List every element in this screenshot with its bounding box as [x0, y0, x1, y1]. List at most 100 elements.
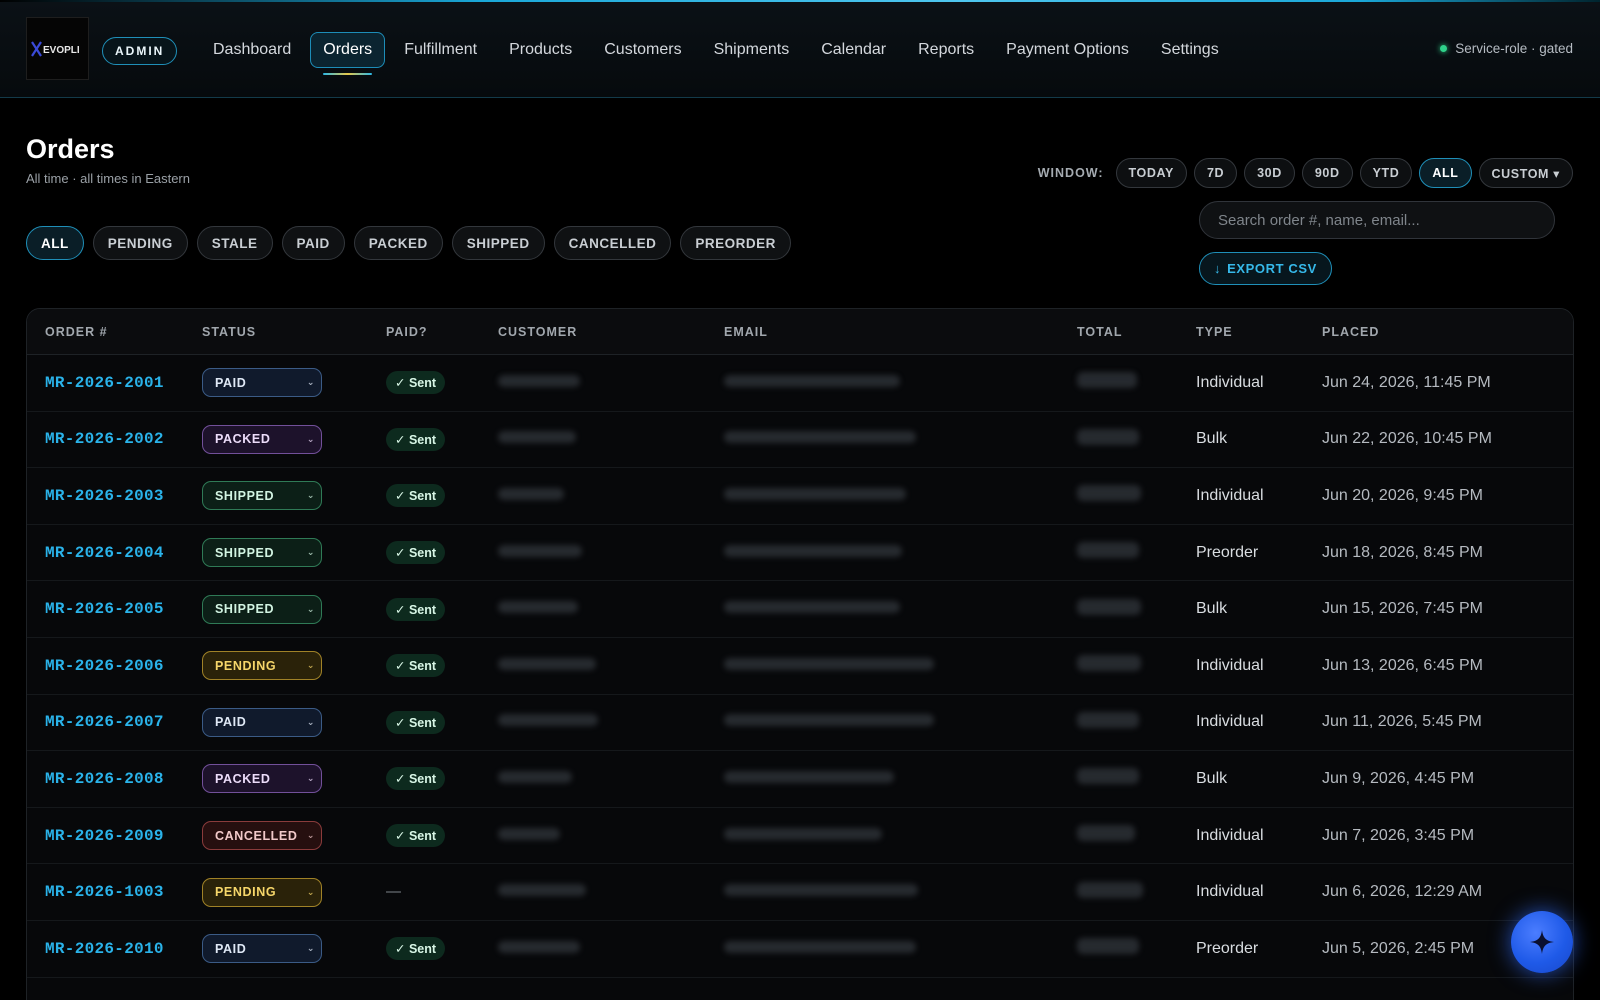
table-row[interactable]: MR-2026-2005 SHIPPED ⌄ ✓ Sent Bulk Jun 15, 20…	[27, 581, 1573, 638]
paid-cell: ✓ Sent	[386, 484, 498, 508]
table-row[interactable]: MR-2026-2002 PACKED ⌄ ✓ Sent Bulk Jun 22, 202…	[27, 412, 1573, 469]
filter-chip-paid[interactable]: PAID	[281, 226, 345, 260]
table-row[interactable]: MR-2026-2003 SHIPPED ⌄ ✓ Sent Individual Jun …	[27, 468, 1573, 525]
nav-item-products[interactable]: Products	[496, 32, 585, 68]
status-dropdown[interactable]: PACKED ⌄	[202, 424, 322, 454]
nav-item-calendar[interactable]: Calendar	[808, 32, 899, 68]
order-number-link[interactable]: MR-2026-2008	[45, 770, 164, 788]
order-number-link[interactable]: MR-2026-1003	[45, 883, 164, 901]
type-cell: Individual	[1196, 486, 1264, 504]
status-value: PACKED	[215, 432, 271, 447]
column-header-paid[interactable]: PAID?	[386, 325, 498, 339]
table-row[interactable]: MR-2026-2001 PAID ⌄ ✓ Sent Individual Jun 24,…	[27, 355, 1573, 412]
order-number-link[interactable]: MR-2026-2001	[45, 374, 164, 392]
order-number-link[interactable]: MR-2026-2010	[45, 940, 164, 958]
window-option-30d[interactable]: 30D	[1244, 158, 1295, 188]
table-row[interactable]: MR-2026-2007 PAID ⌄ ✓ Sent Individual Jun 11,…	[27, 695, 1573, 752]
filter-chip-preorder[interactable]: PREORDER	[680, 226, 791, 260]
nav-item-shipments[interactable]: Shipments	[701, 32, 803, 68]
column-header-order[interactable]: ORDER #	[27, 325, 202, 339]
status-value: SHIPPED	[215, 545, 275, 560]
total-redacted	[1077, 711, 1139, 728]
window-option-7d[interactable]: 7D	[1193, 158, 1238, 188]
table-row[interactable]: MR-2026-2004 SHIPPED ⌄ ✓ Sent Preorder Jun 18…	[27, 525, 1573, 582]
filter-chip-all[interactable]: ALL	[26, 226, 84, 260]
order-cell: MR-2026-1003	[27, 883, 202, 901]
status-dropdown[interactable]: PAID ⌄	[202, 707, 322, 737]
chevron-down-icon: ⌄	[306, 433, 315, 444]
table-row[interactable]: MR-2026-2009 CANCELLED ⌄ ✓ Sent Individual Ju…	[27, 808, 1573, 865]
email-redacted	[724, 827, 882, 840]
status-dropdown[interactable]: PAID ⌄	[202, 368, 322, 398]
paid-cell: ✓ Sent	[386, 427, 498, 451]
status-cell: PENDING ⌄	[202, 877, 386, 907]
column-header-status[interactable]: STATUS	[202, 325, 386, 339]
window-option-today[interactable]: TODAY	[1115, 158, 1187, 188]
order-number-link[interactable]: MR-2026-2005	[45, 600, 164, 618]
window-option-all[interactable]: ALL	[1419, 158, 1472, 188]
total-cell	[1077, 542, 1196, 563]
export-csv-button[interactable]: ↓ EXPORT CSV	[1199, 252, 1332, 285]
status-dropdown[interactable]: PAID ⌄	[202, 934, 322, 964]
window-option-custom[interactable]: CUSTOM ▾	[1478, 158, 1573, 188]
total-redacted	[1077, 655, 1141, 672]
column-header-placed[interactable]: PLACED	[1322, 325, 1573, 339]
status-dropdown[interactable]: PENDING ⌄	[202, 877, 322, 907]
paid-cell: ✓ Sent	[386, 824, 498, 848]
window-option-90d[interactable]: 90D	[1301, 158, 1353, 188]
paid-sent-badge: ✓ Sent	[386, 597, 446, 621]
filter-chip-stale[interactable]: STALE	[196, 226, 273, 260]
brand-logo[interactable]: EVOPLI	[26, 17, 89, 80]
column-header-customer[interactable]: CUSTOMER	[498, 325, 724, 339]
customer-cell	[498, 487, 724, 505]
order-number-link[interactable]: MR-2026-2003	[45, 487, 164, 505]
nav-item-payment-options[interactable]: Payment Options	[993, 32, 1142, 68]
paid-sent-badge: ✓ Sent	[386, 484, 446, 508]
column-header-email[interactable]: EMAIL	[724, 325, 1077, 339]
order-number-link[interactable]: MR-2026-2004	[45, 544, 164, 562]
nav-item-orders[interactable]: Orders	[310, 32, 386, 75]
assistant-fab-button[interactable]	[1511, 911, 1573, 973]
status-dropdown[interactable]: SHIPPED ⌄	[202, 538, 322, 568]
table-row[interactable]: MR-2026-1003 PENDING ⌄ — Individual Jun 6, 20…	[27, 864, 1573, 921]
customer-redacted	[498, 940, 580, 953]
filter-chip-shipped[interactable]: SHIPPED	[451, 226, 545, 260]
nav-item-settings[interactable]: Settings	[1148, 32, 1232, 68]
table-row[interactable]: MR-2026-2006 PENDING ⌄ ✓ Sent Individual Jun …	[27, 638, 1573, 695]
table-row[interactable]: MR-2026-2008 PACKED ⌄ ✓ Sent Bulk Jun 9, 2026…	[27, 751, 1573, 808]
order-number-link[interactable]: MR-2026-2002	[45, 430, 164, 448]
status-dropdown[interactable]: PACKED ⌄	[202, 764, 322, 794]
nav-item-reports[interactable]: Reports	[905, 32, 987, 68]
email-redacted	[724, 374, 900, 387]
order-number-link[interactable]: MR-2026-2009	[45, 827, 164, 845]
nav-item-dashboard[interactable]: Dashboard	[200, 32, 304, 68]
window-label: WINDOW:	[1037, 166, 1104, 180]
customer-redacted	[498, 884, 586, 897]
table-row[interactable]: MR-2026-2010 PAID ⌄ ✓ Sent Preorder Jun 5, 20…	[27, 921, 1573, 978]
orders-table: ORDER # STATUS PAID? CUSTOMER EMAIL TOTAL TYPE…	[26, 308, 1574, 1000]
order-cell: MR-2026-2006	[27, 657, 202, 675]
total-cell	[1077, 881, 1196, 903]
nav-item-customers[interactable]: Customers	[591, 32, 694, 68]
status-dropdown[interactable]: PENDING ⌄	[202, 651, 322, 681]
filter-chip-packed[interactable]: PACKED	[353, 226, 443, 260]
filter-chip-pending[interactable]: PENDING	[92, 226, 188, 260]
total-cell	[1077, 768, 1196, 789]
order-number-link[interactable]: MR-2026-2006	[45, 657, 164, 675]
order-number-link[interactable]: MR-2026-2007	[45, 713, 164, 731]
column-header-type[interactable]: TYPE	[1196, 325, 1322, 339]
order-cell: MR-2026-2004	[27, 544, 202, 562]
nav-item-fulfillment[interactable]: Fulfillment	[391, 32, 490, 68]
total-redacted	[1077, 428, 1139, 445]
order-search-input[interactable]	[1199, 201, 1555, 239]
status-dropdown[interactable]: SHIPPED ⌄	[202, 594, 322, 624]
status-dropdown[interactable]: SHIPPED ⌄	[202, 481, 322, 511]
column-header-total[interactable]: TOTAL	[1077, 325, 1196, 339]
chevron-down-icon: ⌄	[306, 660, 315, 671]
customer-cell	[498, 770, 724, 788]
email-cell	[724, 883, 1077, 901]
type-cell: Preorder	[1196, 939, 1259, 957]
filter-chip-cancelled[interactable]: CANCELLED	[553, 226, 672, 260]
window-option-ytd[interactable]: YTD	[1359, 158, 1413, 188]
status-dropdown[interactable]: CANCELLED ⌄	[202, 821, 322, 851]
